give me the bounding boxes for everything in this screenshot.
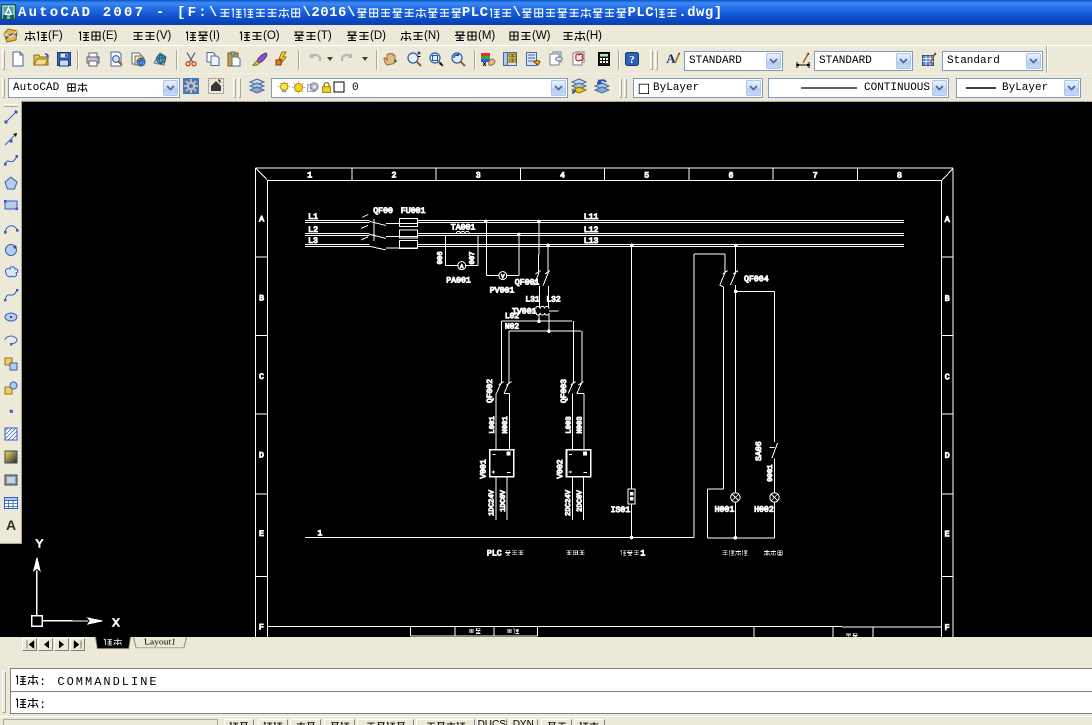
svg-text:QF00: QF00 (373, 207, 393, 216)
svg-text:L31: L31 (525, 295, 540, 304)
svg-text:V002: V002 (556, 459, 565, 478)
svg-text:?: ? (629, 54, 635, 66)
svg-text:006: 006 (437, 251, 445, 264)
svg-text:H001: H001 (715, 506, 735, 515)
svg-text:SA06: SA06 (755, 441, 764, 461)
svg-text:QF001: QF001 (515, 278, 540, 287)
svg-text:2DC24V: 2DC24V (565, 489, 573, 516)
svg-text:A: A (666, 51, 676, 66)
svg-text:L1: L1 (308, 213, 318, 222)
svg-text:C: C (945, 373, 950, 382)
svg-text:8: 8 (897, 172, 902, 181)
svg-text:QF004: QF004 (744, 275, 769, 284)
svg-text:1DC24V: 1DC24V (488, 489, 496, 516)
svg-text:A: A (945, 216, 950, 225)
svg-text:PA001: PA001 (446, 276, 471, 285)
svg-text:1: 1 (640, 550, 645, 559)
svg-text:D: D (259, 451, 264, 460)
svg-text:A: A (259, 215, 264, 224)
svg-text:IS01: IS01 (611, 506, 631, 515)
svg-text:L12: L12 (584, 226, 599, 235)
svg-text:QF002: QF002 (486, 379, 495, 403)
svg-text:F: F (259, 623, 264, 632)
svg-text:3: 3 (476, 171, 481, 180)
svg-text:2: 2 (392, 171, 397, 180)
svg-text:1: 1 (318, 529, 323, 538)
svg-text:L001: L001 (489, 416, 497, 433)
svg-text:C: C (259, 373, 264, 382)
svg-text:X: X (112, 617, 120, 629)
svg-text:L02: L02 (505, 312, 520, 321)
svg-text:N003: N003 (576, 416, 584, 433)
svg-text:0001: 0001 (767, 464, 775, 481)
svg-text:V001: V001 (479, 459, 488, 478)
svg-text:1: 1 (307, 171, 312, 180)
svg-text:L3: L3 (308, 237, 318, 246)
svg-text:L11: L11 (584, 213, 599, 222)
svg-text:E: E (259, 530, 264, 539)
svg-text:E: E (945, 530, 950, 539)
svg-text:007: 007 (469, 251, 477, 264)
svg-text:4: 4 (560, 172, 565, 181)
svg-text:7: 7 (813, 172, 818, 181)
svg-text:L32: L32 (546, 296, 561, 305)
svg-text:L2: L2 (308, 226, 318, 235)
svg-text:N02: N02 (505, 323, 520, 332)
svg-text:B: B (945, 295, 950, 304)
svg-text:Y: Y (36, 538, 44, 550)
svg-text:QF003: QF003 (560, 379, 569, 403)
svg-text:5: 5 (644, 172, 649, 181)
svg-text:PLC: PLC (487, 549, 502, 558)
svg-text:B: B (259, 294, 264, 303)
svg-text:N001: N001 (502, 416, 510, 433)
svg-text:2DC0V: 2DC0V (577, 490, 585, 512)
svg-text:FU001: FU001 (401, 207, 426, 216)
svg-text:D: D (945, 452, 950, 461)
svg-text:A: A (6, 517, 16, 533)
svg-text:L13: L13 (584, 237, 599, 246)
svg-text:6: 6 (729, 172, 734, 181)
svg-text:L003: L003 (565, 416, 573, 433)
svg-text:H002: H002 (754, 506, 774, 515)
svg-text:F: F (945, 624, 950, 633)
svg-text:PV001: PV001 (490, 286, 515, 295)
svg-text:1DC0V: 1DC0V (500, 490, 508, 512)
